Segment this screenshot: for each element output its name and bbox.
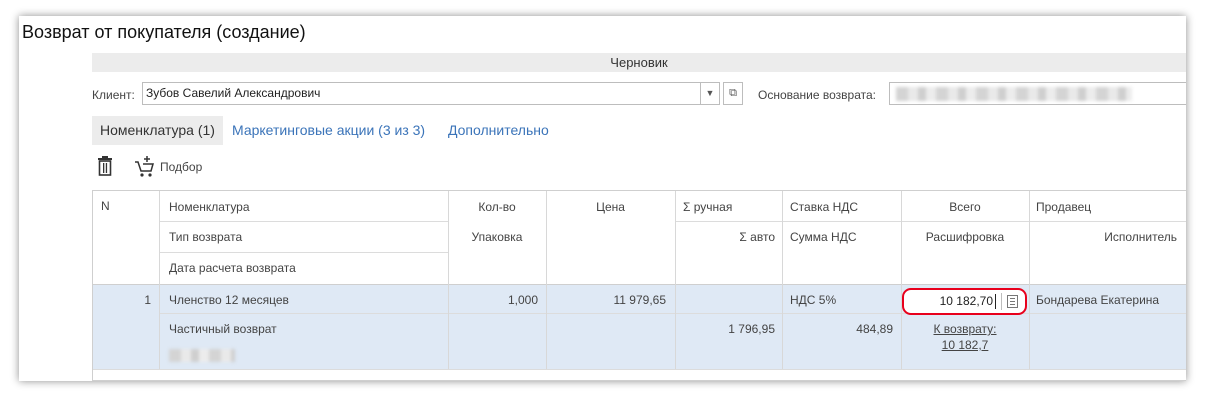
header-package[interactable]: Упаковка	[448, 230, 546, 244]
row-seller[interactable]: Бондарева Екатерина	[1036, 293, 1159, 307]
header-return-date[interactable]: Дата расчета возврата	[169, 261, 296, 275]
header-sum-auto[interactable]: Σ авто	[675, 230, 775, 244]
header-nomenclature[interactable]: Номенклатура	[169, 200, 250, 214]
header-executor[interactable]: Исполнитель	[1029, 230, 1177, 244]
tab-additional[interactable]: Дополнительно	[448, 116, 549, 145]
pick-label[interactable]: Подбор	[160, 160, 202, 174]
row-vat-sum[interactable]: 484,89	[782, 322, 893, 336]
status-banner: Черновик	[92, 53, 1186, 72]
breakdown-line1[interactable]: К возврату:	[933, 322, 996, 336]
open-window-icon: ⧉	[729, 87, 737, 99]
pick-button[interactable]	[134, 156, 156, 181]
client-dropdown-button[interactable]: ▼	[700, 82, 720, 105]
basis-label: Основание возврата:	[758, 88, 876, 102]
text-caret	[995, 294, 996, 309]
calculator-icon[interactable]	[1007, 295, 1018, 308]
breakdown-line2[interactable]: 10 182,7	[942, 338, 989, 352]
header-price[interactable]: Цена	[546, 200, 675, 214]
row-sum-auto[interactable]: 1 796,95	[675, 322, 775, 336]
header-vat-rate[interactable]: Ставка НДС	[790, 200, 858, 214]
breakdown-link[interactable]: К возврату:	[901, 322, 1029, 336]
nomenclature-table: N Номенклатура Тип возврата Дата расчета…	[92, 190, 1186, 381]
basis-field[interactable]	[889, 82, 1186, 105]
client-open-button[interactable]: ⧉	[723, 82, 743, 105]
row-total: 10 182,70	[939, 294, 993, 308]
header-return-type[interactable]: Тип возврата	[169, 230, 242, 244]
cart-add-icon	[135, 156, 154, 177]
header-qty[interactable]: Кол-во	[448, 200, 546, 214]
total-input[interactable]: 10 182,70	[902, 288, 1027, 315]
row-return-date-redacted	[169, 349, 235, 362]
redacted-value	[896, 87, 1132, 101]
header-sum-manual[interactable]: Σ ручная	[683, 200, 732, 214]
row-qty[interactable]: 1,000	[448, 293, 538, 307]
tab-marketing-actions[interactable]: Маркетинговые акции (3 из 3)	[232, 116, 425, 145]
header-seller[interactable]: Продавец	[1036, 200, 1091, 214]
header-breakdown[interactable]: Расшифровка	[901, 230, 1029, 244]
window-title: Возврат от покупателя (создание)	[22, 22, 306, 42]
client-value: Зубов Савелий Александрович	[146, 86, 321, 100]
status-text: Черновик	[610, 55, 668, 70]
delete-button[interactable]	[97, 156, 113, 179]
client-field[interactable]: Зубов Савелий Александрович	[142, 82, 701, 105]
breakdown-link-value[interactable]: 10 182,7	[901, 338, 1029, 352]
client-label: Клиент:	[92, 88, 135, 102]
document-window: Возврат от покупателя (создание) Чернови…	[19, 16, 1186, 381]
row-number[interactable]: 1	[93, 293, 151, 307]
header-n[interactable]: N	[101, 199, 110, 213]
row-price[interactable]: 11 979,65	[546, 293, 667, 307]
row-vat-rate[interactable]: НДС 5%	[790, 293, 836, 307]
chevron-down-icon: ▼	[705, 88, 715, 98]
tab-nomenclature[interactable]: Номенклатура (1)	[92, 116, 223, 145]
row-return-type[interactable]: Частичный возврат	[169, 322, 277, 336]
header-total[interactable]: Всего	[901, 200, 1029, 214]
header-vat-sum[interactable]: Сумма НДС	[790, 230, 857, 244]
trash-icon	[98, 156, 112, 176]
row-nomenclature[interactable]: Членство 12 месяцев	[169, 293, 289, 307]
